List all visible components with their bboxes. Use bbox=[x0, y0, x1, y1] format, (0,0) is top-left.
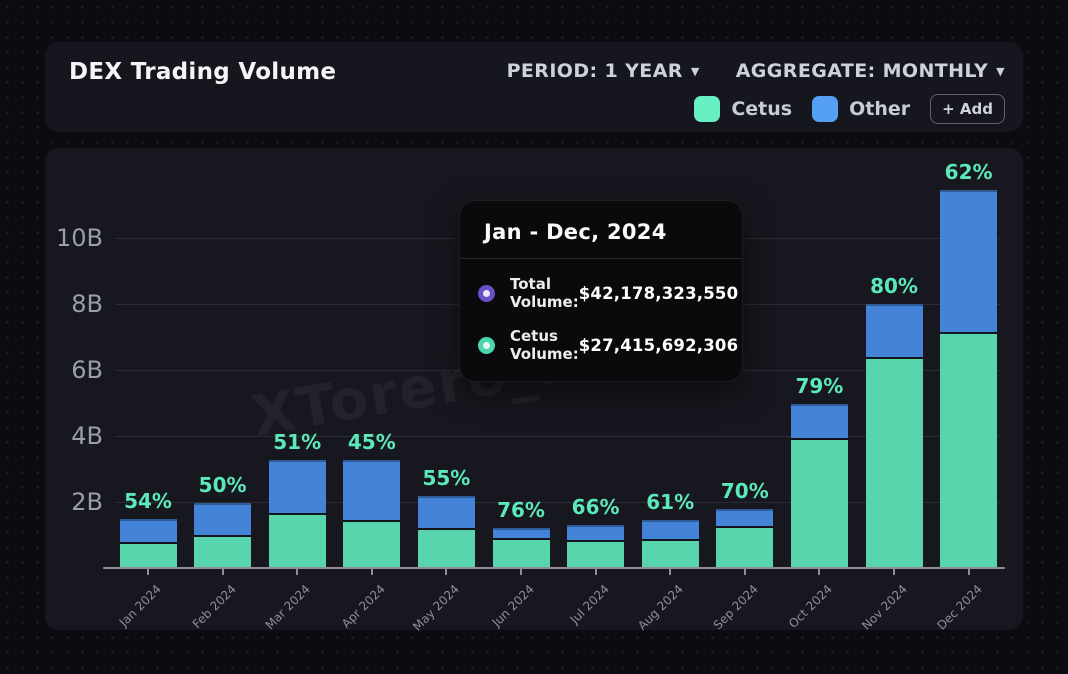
x-axis-tick bbox=[371, 569, 373, 575]
bar-percent-label: 55% bbox=[422, 466, 470, 490]
y-axis-tick-label: 6B bbox=[45, 356, 103, 384]
tooltip-label: Total Volume: bbox=[510, 275, 579, 311]
legend-item-other[interactable]: Other bbox=[812, 96, 910, 122]
aggregate-dropdown-label: AGGREGATE: MONTHLY bbox=[736, 60, 988, 82]
x-axis-tick bbox=[744, 569, 746, 575]
x-axis-label: May 2024 bbox=[411, 582, 463, 634]
period-dropdown[interactable]: PERIOD: 1 YEAR ▼ bbox=[507, 60, 700, 82]
x-axis-label: Dec 2024 bbox=[934, 582, 985, 633]
bar-percent-label: 50% bbox=[199, 473, 247, 497]
bar-segment-cetus bbox=[418, 528, 475, 568]
other-swatch-icon bbox=[812, 96, 838, 122]
bar-segment-cetus bbox=[940, 332, 997, 568]
y-axis-tick-label: 2B bbox=[45, 488, 103, 516]
x-axis-label: Jun 2024 bbox=[489, 582, 536, 629]
x-axis-label: Nov 2024 bbox=[859, 582, 910, 633]
bar-segment-cetus bbox=[120, 542, 177, 568]
bar-segment-cetus bbox=[493, 538, 550, 568]
tooltip-row-cetus: Cetus Volume: $27,415,692,306 bbox=[478, 327, 722, 363]
bar-segment-cetus bbox=[716, 526, 773, 568]
x-axis-tick bbox=[595, 569, 597, 575]
y-axis-tick-label: 4B bbox=[45, 422, 103, 450]
header-card: DEX Trading Volume PERIOD: 1 YEAR ▼ AGGR… bbox=[45, 42, 1023, 132]
bar-nov-2024[interactable]: 80% bbox=[866, 304, 923, 568]
legend-item-cetus[interactable]: Cetus bbox=[694, 96, 792, 122]
bar-jan-2024[interactable]: 54% bbox=[120, 519, 177, 568]
screen: DEX Trading Volume PERIOD: 1 YEAR ▼ AGGR… bbox=[0, 0, 1068, 674]
bar-segment-cetus bbox=[269, 513, 326, 568]
bar-percent-label: 80% bbox=[870, 274, 918, 298]
cetus-swatch-icon bbox=[694, 96, 720, 122]
tooltip-body: Total Volume: $42,178,323,550 Cetus Volu… bbox=[460, 259, 742, 381]
header-controls: PERIOD: 1 YEAR ▼ AGGREGATE: MONTHLY ▼ bbox=[507, 60, 1005, 82]
bar-percent-label: 61% bbox=[646, 490, 694, 514]
bar-mar-2024[interactable]: 51% bbox=[269, 460, 326, 568]
y-axis-tick-label: 8B bbox=[45, 290, 103, 318]
x-axis-tick bbox=[968, 569, 970, 575]
bar-jul-2024[interactable]: 66% bbox=[567, 525, 624, 568]
bar-jun-2024[interactable]: 76% bbox=[493, 528, 550, 568]
bar-percent-label: 79% bbox=[795, 374, 843, 398]
chevron-down-icon: ▼ bbox=[691, 65, 700, 78]
bar-percent-label: 51% bbox=[273, 430, 321, 454]
x-axis-tick bbox=[669, 569, 671, 575]
x-axis-label: Oct 2024 bbox=[786, 582, 835, 631]
x-axis-label: Apr 2024 bbox=[339, 582, 388, 631]
x-axis-label: Sep 2024 bbox=[711, 582, 761, 632]
x-axis-tick bbox=[222, 569, 224, 575]
x-axis-label: Aug 2024 bbox=[635, 582, 686, 633]
bar-segment-cetus bbox=[866, 357, 923, 568]
bar-segment-cetus bbox=[343, 520, 400, 569]
legend-label-other: Other bbox=[849, 98, 910, 120]
x-axis-tick bbox=[445, 569, 447, 575]
x-axis-tick bbox=[296, 569, 298, 575]
cetus-volume-dot-icon bbox=[478, 337, 495, 354]
bar-percent-label: 45% bbox=[348, 430, 396, 454]
bar-segment-cetus bbox=[642, 539, 699, 568]
bar-segment-cetus bbox=[194, 535, 251, 568]
x-axis-label: Feb 2024 bbox=[189, 582, 238, 631]
x-axis-tick bbox=[147, 569, 149, 575]
bar-segment-cetus bbox=[567, 540, 624, 568]
x-axis-tick bbox=[520, 569, 522, 575]
bar-percent-label: 76% bbox=[497, 498, 545, 522]
x-axis-label: Mar 2024 bbox=[263, 582, 313, 632]
x-axis-label: Jul 2024 bbox=[567, 582, 611, 626]
x-axis-label: Jan 2024 bbox=[117, 582, 164, 629]
x-axis-tick bbox=[893, 569, 895, 575]
tooltip-value: $42,178,323,550 bbox=[579, 284, 739, 303]
chevron-down-icon: ▼ bbox=[996, 65, 1005, 78]
bar-sep-2024[interactable]: 70% bbox=[716, 509, 773, 568]
bar-segment-cetus bbox=[791, 438, 848, 568]
bar-may-2024[interactable]: 55% bbox=[418, 496, 475, 568]
period-dropdown-label: PERIOD: 1 YEAR bbox=[507, 60, 683, 82]
bar-aug-2024[interactable]: 61% bbox=[642, 520, 699, 568]
chart-tooltip: Jan - Dec, 2024 Total Volume: $42,178,32… bbox=[459, 200, 743, 382]
page-title: DEX Trading Volume bbox=[69, 59, 336, 85]
aggregate-dropdown[interactable]: AGGREGATE: MONTHLY ▼ bbox=[736, 60, 1005, 82]
tooltip-value: $27,415,692,306 bbox=[579, 336, 739, 355]
chart-card: XTorero_Ru 10B8B6B4B2B54%50%51%45%55%76%… bbox=[45, 148, 1023, 630]
bar-percent-label: 54% bbox=[124, 489, 172, 513]
bar-apr-2024[interactable]: 45% bbox=[343, 460, 400, 568]
bar-percent-label: 62% bbox=[945, 160, 993, 184]
bar-percent-label: 66% bbox=[572, 495, 620, 519]
bar-dec-2024[interactable]: 62% bbox=[940, 190, 997, 568]
add-series-button[interactable]: + Add bbox=[930, 94, 1005, 124]
bar-feb-2024[interactable]: 50% bbox=[194, 503, 251, 568]
bar-oct-2024[interactable]: 79% bbox=[791, 404, 848, 568]
x-axis-tick bbox=[818, 569, 820, 575]
y-axis-tick-label: 10B bbox=[45, 224, 103, 252]
bar-percent-label: 70% bbox=[721, 479, 769, 503]
tooltip-title: Jan - Dec, 2024 bbox=[460, 201, 742, 258]
legend: Cetus Other + Add bbox=[694, 94, 1005, 124]
total-volume-dot-icon bbox=[478, 285, 495, 302]
tooltip-row-total: Total Volume: $42,178,323,550 bbox=[478, 275, 722, 311]
legend-label-cetus: Cetus bbox=[731, 98, 792, 120]
tooltip-label: Cetus Volume: bbox=[510, 327, 579, 363]
x-axis-line bbox=[103, 567, 1005, 569]
